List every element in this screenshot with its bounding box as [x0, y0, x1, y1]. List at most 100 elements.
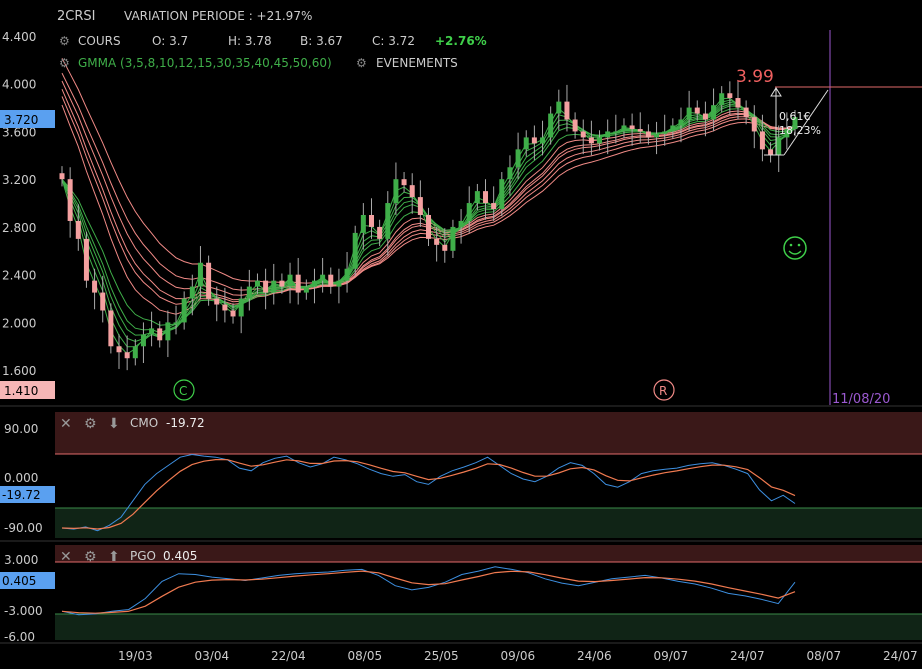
candle-body — [678, 119, 684, 126]
candle-body — [295, 274, 301, 293]
pgo-oversold-zone — [55, 614, 922, 640]
symbol-label: 2CRSI — [57, 9, 95, 24]
low-price-text: 1.410 — [4, 384, 38, 398]
candle-body — [393, 179, 399, 204]
cmo-tick: -90.00 — [4, 521, 43, 535]
pgo-tick: -3.000 — [4, 604, 43, 618]
candle-body — [507, 167, 513, 180]
x-tick-label: 24/07 — [883, 649, 918, 663]
candle-body — [588, 137, 594, 144]
pgo-tick: -6.00 — [4, 630, 35, 644]
candle-body — [230, 310, 236, 317]
candle-body — [75, 220, 81, 239]
candle-body — [409, 185, 415, 198]
candle-body — [686, 107, 692, 120]
candle-body — [165, 322, 171, 341]
candle-body — [654, 133, 660, 138]
candle-body — [124, 352, 130, 359]
candle-body — [92, 280, 98, 293]
candle-body — [637, 129, 643, 132]
candle-body — [328, 274, 334, 287]
x-tick-label: 09/07 — [654, 649, 689, 663]
arrow-up-icon[interactable]: ⬆ — [108, 549, 120, 565]
arrow-down-icon[interactable]: ⬇ — [108, 416, 120, 432]
candle-body — [368, 215, 374, 227]
candle-body — [377, 226, 383, 239]
gear-icon[interactable]: ⚙ — [59, 34, 70, 48]
candle-body — [417, 197, 423, 215]
cmo-value: -19.72 — [166, 416, 205, 430]
candle-body — [116, 346, 122, 353]
gear-icon[interactable]: ⚙ — [84, 416, 97, 432]
y-tick-label: 4.000 — [2, 78, 36, 92]
change-value: +2.76% — [435, 34, 487, 48]
events-label[interactable]: EVENEMENTS — [376, 56, 458, 70]
pgo-lines — [61, 566, 796, 616]
candle-body — [83, 238, 89, 281]
measure-value: 0,61€ — [779, 110, 811, 123]
candle-body — [246, 286, 252, 299]
candle-body — [670, 125, 676, 132]
gear-icon[interactable]: ⚙ — [356, 56, 367, 70]
x-tick-label: 24/06 — [577, 649, 612, 663]
candle-body — [491, 203, 497, 210]
cours-label: COURS — [78, 34, 121, 48]
cmo-badge-text: -19.72 — [2, 488, 41, 502]
candle-body — [360, 215, 366, 233]
x-tick-label: 08/05 — [348, 649, 383, 663]
candle-body — [768, 149, 774, 156]
pgo-tick: 3.000 — [4, 553, 38, 567]
variation-label: VARIATION PERIODE : +21.97% — [124, 9, 312, 23]
candle-body — [336, 280, 342, 287]
candle-body — [140, 334, 146, 347]
close-icon[interactable]: ✕ — [60, 549, 72, 565]
candle-body — [474, 191, 480, 204]
close-icon[interactable]: ✕ — [60, 416, 72, 432]
candle-body — [271, 280, 277, 293]
candle-body — [605, 131, 611, 138]
gear-icon[interactable]: ⚙ — [84, 549, 97, 565]
stock-chart[interactable]: 4.4004.0003.6003.2002.8002.4002.0001.600… — [0, 0, 922, 665]
candle-body — [311, 280, 317, 287]
candle-body — [238, 298, 244, 317]
candle-body — [629, 125, 635, 130]
candle-body — [572, 119, 578, 132]
x-tick-label: 03/04 — [195, 649, 230, 663]
low-value: B: 3.67 — [300, 34, 343, 48]
pgo-signal-line — [61, 570, 796, 614]
candle-body — [320, 274, 326, 281]
candle-body — [303, 286, 309, 293]
candle-body — [694, 107, 700, 114]
candle-body — [67, 179, 73, 221]
gear-icon[interactable]: ⚙ — [59, 56, 70, 70]
candle-body — [499, 179, 505, 210]
candle-body — [548, 113, 554, 138]
target-price-text: 3.99 — [736, 67, 774, 87]
high-value: H: 3.78 — [228, 34, 272, 48]
candle-body — [197, 262, 203, 287]
y-tick-label: 4.400 — [2, 30, 36, 44]
candle-body — [735, 98, 741, 108]
chart-stage[interactable]: 4.400 4.000 3.600 3.200 2.800 2.400 2.000 1.600… — [0, 0, 922, 665]
candle-body — [711, 105, 717, 120]
candle-body — [287, 274, 293, 287]
x-tick-label: 25/05 — [424, 649, 459, 663]
y-tick-label: 2.800 — [2, 221, 36, 235]
x-tick-label: 08/07 — [807, 649, 842, 663]
y-tick-label: 2.000 — [2, 316, 36, 330]
smiley-eye — [789, 243, 793, 247]
candle-body — [434, 238, 440, 245]
candle-body — [556, 101, 562, 114]
pgo-badge-text: 0.405 — [2, 574, 36, 588]
cmo-oversold-zone — [55, 508, 922, 538]
candle-body — [776, 137, 782, 156]
candle-body — [108, 310, 114, 347]
candle-body — [344, 268, 350, 281]
candle-body — [214, 298, 220, 305]
candle-body — [597, 137, 603, 144]
candle-body — [352, 232, 358, 269]
candle-body — [531, 137, 537, 144]
candle-body — [263, 280, 269, 293]
pgo-name: PGO — [130, 549, 156, 563]
candle-body — [222, 304, 228, 311]
